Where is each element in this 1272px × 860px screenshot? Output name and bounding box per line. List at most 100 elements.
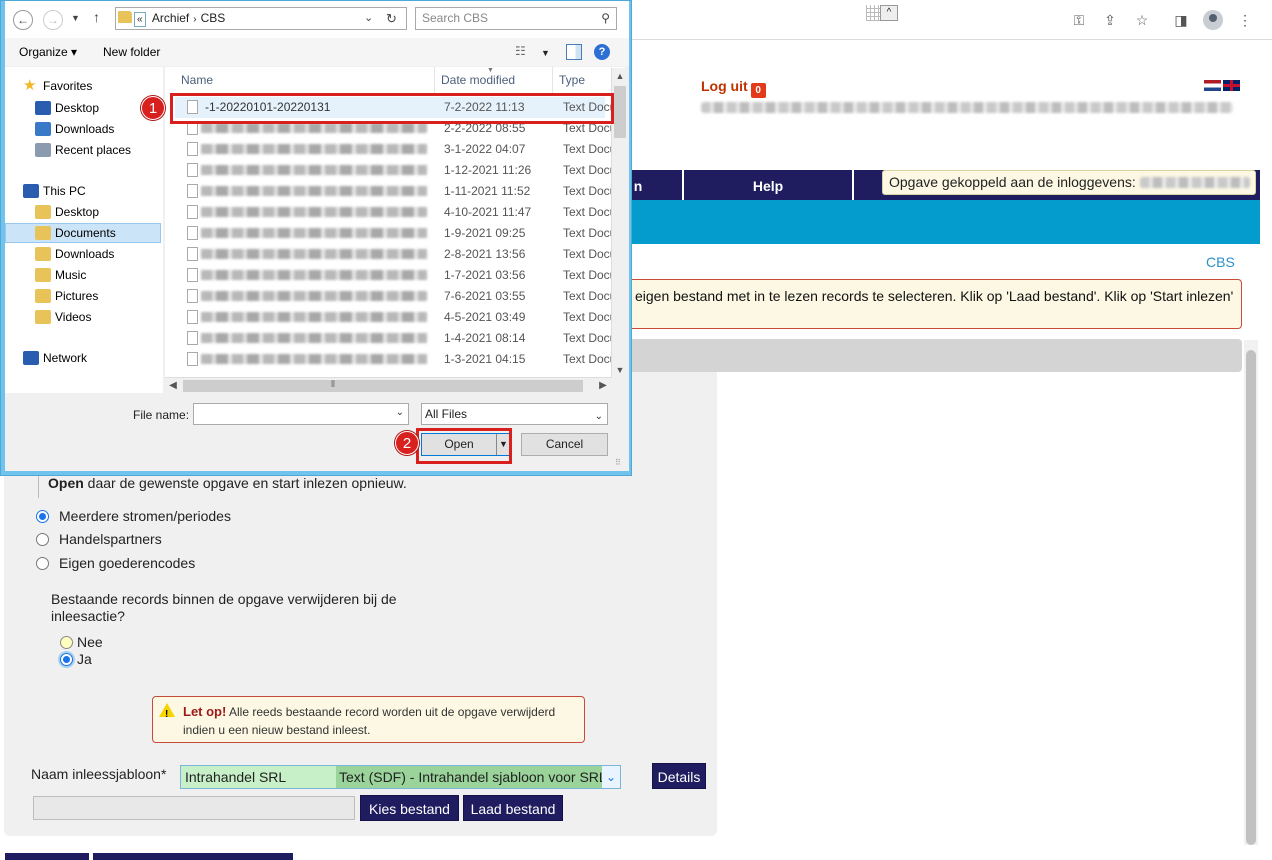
blurred-file-name <box>201 207 427 217</box>
cbs-link[interactable]: CBS <box>1206 254 1235 270</box>
sort-arrow-icon: ▼ <box>487 67 494 74</box>
nav-network[interactable]: Network <box>23 351 87 365</box>
breadcrumb-archief[interactable]: Archief <box>152 8 189 29</box>
history-dropdown-icon[interactable]: ▼ <box>71 13 80 23</box>
file-row[interactable]: 1-7-2021 03:56 Text Docu <box>175 265 616 286</box>
radio-eigen-goederencodes[interactable]: Eigen goederencodes <box>36 555 195 571</box>
scroll-down-icon: ▼ <box>615 365 625 375</box>
back-arrow-icon[interactable]: ← <box>13 10 33 30</box>
radio-handelspartners[interactable]: Handelspartners <box>36 531 162 547</box>
network-icon <box>23 351 39 365</box>
view-dropdown-icon[interactable]: ▼ <box>541 48 557 64</box>
logout-link[interactable]: Log uit 0 <box>701 78 766 98</box>
forward-arrow-icon[interactable]: → <box>43 10 63 30</box>
bottom-button[interactable] <box>93 853 293 860</box>
cancel-button[interactable]: Cancel <box>521 433 608 456</box>
file-type: Text Docu <box>563 352 617 366</box>
uk-flag-icon[interactable] <box>1223 80 1240 91</box>
file-name-input[interactable]: ⌄ <box>193 403 409 425</box>
nav-favorites[interactable]: ★ Favorites <box>23 78 92 93</box>
file-date: 1-11-2021 11:52 <box>444 184 531 198</box>
view-options-icon[interactable]: ☷ <box>515 44 531 60</box>
file-row[interactable]: 1-12-2021 11:26 Text Docu <box>175 160 616 181</box>
column-header-date[interactable]: Date modified ▼ <box>435 67 553 93</box>
blurred-file-name <box>201 228 427 238</box>
resize-grip-icon[interactable]: ⠿ <box>615 458 621 467</box>
menu-icon[interactable]: ⋮ <box>1236 11 1254 29</box>
radio-meerdere-stromen[interactable]: Meerdere stromen/periodes <box>36 508 231 524</box>
share-icon[interactable]: ⇪ <box>1101 11 1119 29</box>
nav-desktop[interactable]: Desktop <box>35 205 99 219</box>
radio-selected-icon[interactable] <box>36 509 49 523</box>
translate-icon[interactable]: ⚿ <box>1070 11 1088 29</box>
text-file-icon <box>187 331 198 345</box>
file-row[interactable]: 3-1-2022 04:07 Text Docu <box>175 139 616 160</box>
nav-pictures[interactable]: Pictures <box>35 289 98 303</box>
file-row[interactable]: 1-3-2021 04:15 Text Docu <box>175 349 616 370</box>
star-icon[interactable]: ☆ <box>1133 11 1151 29</box>
step-badge-2: 2 <box>395 431 419 455</box>
nav-downloads-fav[interactable]: Downloads <box>35 122 114 136</box>
new-folder-button[interactable]: New folder <box>103 45 160 59</box>
dutch-flag-icon[interactable] <box>1204 80 1221 91</box>
nav-music[interactable]: Music <box>35 268 86 282</box>
extension-grip-icon[interactable]: ^ <box>866 5 900 25</box>
music-folder-icon <box>35 268 51 282</box>
radio-label: Meerdere stromen/periodes <box>59 508 231 524</box>
file-row[interactable]: 1-9-2021 09:25 Text Docu <box>175 223 616 244</box>
file-row[interactable]: 4-10-2021 11:47 Text Docu <box>175 202 616 223</box>
preview-pane-icon[interactable] <box>566 44 582 60</box>
nav-this-pc[interactable]: This PC <box>23 184 86 198</box>
open-instruction: Open daar de gewenste opgave en start in… <box>48 475 407 491</box>
organize-button[interactable]: Organize ▾ <box>19 45 77 59</box>
radio-icon[interactable] <box>36 532 49 546</box>
file-date: 4-10-2021 11:47 <box>444 205 532 219</box>
bottom-button[interactable] <box>5 853 89 860</box>
search-input[interactable]: Search CBS ⚲ <box>415 7 617 30</box>
file-date: 1-4-2021 08:14 <box>444 331 526 345</box>
folder-icon <box>118 11 132 23</box>
file-row[interactable]: 2-8-2021 13:56 Text Docu <box>175 244 616 265</box>
profile-icon[interactable] <box>1203 10 1223 30</box>
nav-downloads[interactable]: Downloads <box>35 247 114 261</box>
file-list-hscrollbar[interactable]: ◀ ⦀ ▶ <box>165 377 611 394</box>
template-select[interactable]: Intrahandel SRL Text (SDF) - Intrahandel… <box>180 765 621 789</box>
overflow-chevron-icon[interactable]: « <box>134 12 146 27</box>
choose-file-button[interactable]: Kies bestand <box>360 795 459 821</box>
address-dropdown-icon[interactable]: ⌄ <box>364 8 373 29</box>
file-date: 3-1-2022 04:07 <box>444 142 526 156</box>
scroll-up-icon: ▲ <box>615 71 625 81</box>
blurred-file-name <box>201 144 427 154</box>
search-icon: ⚲ <box>601 11 610 25</box>
radio-icon[interactable] <box>60 635 73 649</box>
file-row[interactable]: 1-4-2021 08:14 Text Docu <box>175 328 616 349</box>
radio-label: Ja <box>77 651 92 667</box>
chevron-down-icon[interactable]: ⌄ <box>602 766 620 788</box>
file-row[interactable]: 7-6-2021 03:55 Text Docu <box>175 286 616 307</box>
radio-nee[interactable]: Nee <box>60 634 103 650</box>
blurred-file-name <box>201 312 427 322</box>
nav-desktop-fav[interactable]: Desktop <box>35 101 99 115</box>
file-row[interactable]: 4-5-2021 03:49 Text Docu <box>175 307 616 328</box>
file-row[interactable]: 1-11-2021 11:52 Text Docu <box>175 181 616 202</box>
column-header-name[interactable]: Name <box>175 67 435 93</box>
file-date: 1-12-2021 11:26 <box>444 163 532 177</box>
up-arrow-icon[interactable]: ↑ <box>93 9 100 25</box>
radio-ja[interactable]: Ja <box>60 651 92 667</box>
column-header-type[interactable]: Type <box>553 67 613 93</box>
radio-icon[interactable] <box>36 556 49 570</box>
address-bar[interactable]: « Archief › CBS ⌄ ↻ <box>115 7 407 30</box>
load-file-button[interactable]: Laad bestand <box>463 795 563 821</box>
refresh-icon[interactable]: ↻ <box>386 8 397 29</box>
nav-documents[interactable]: Documents <box>5 223 161 243</box>
nav-recent-places[interactable]: Recent places <box>35 143 131 157</box>
help-icon[interactable]: ? <box>594 44 610 60</box>
radio-selected-icon[interactable] <box>60 652 73 666</box>
file-type-filter[interactable]: All Files ⌄ <box>421 403 608 425</box>
sidepanel-icon[interactable]: ◨ <box>1172 11 1190 29</box>
nav-tab-help[interactable]: Help <box>684 170 852 200</box>
breadcrumb-cbs[interactable]: CBS <box>201 11 226 25</box>
nav-videos[interactable]: Videos <box>35 310 91 324</box>
page-scrollbar[interactable] <box>1244 340 1258 845</box>
details-button[interactable]: Details <box>652 763 706 789</box>
